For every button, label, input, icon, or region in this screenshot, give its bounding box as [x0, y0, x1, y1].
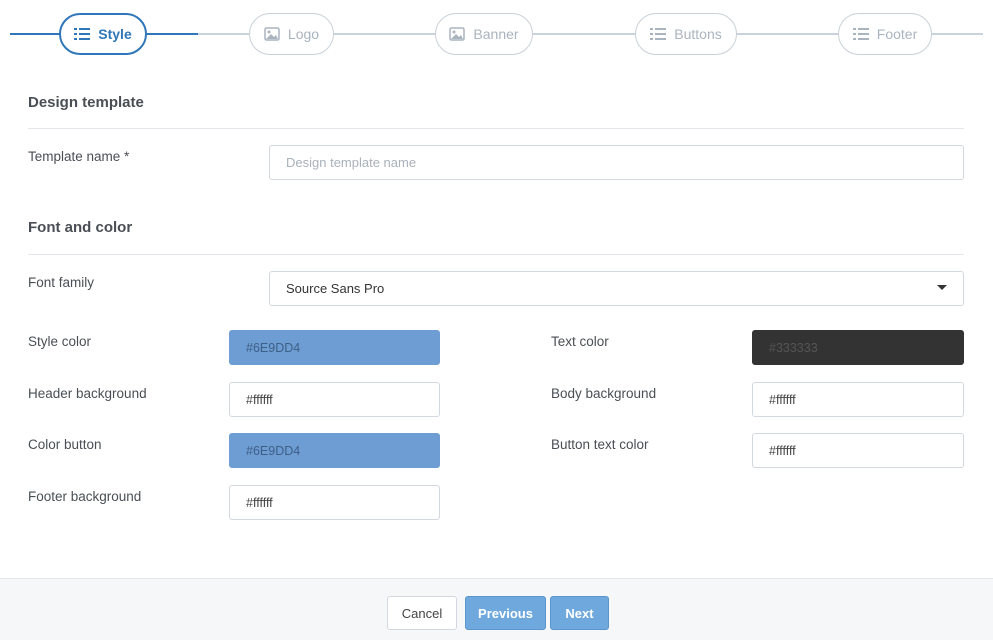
list-icon	[650, 27, 667, 41]
footer-background-label: Footer background	[28, 489, 142, 504]
footer-background-input[interactable]: #ffffff	[229, 485, 440, 520]
stepper-connector	[333, 33, 436, 35]
image-icon	[264, 27, 280, 41]
button-text-color-label: Button text color	[551, 437, 649, 452]
body-background-value: #ffffff	[769, 392, 796, 407]
style-color-input[interactable]: #6E9DD4	[229, 330, 440, 365]
step-style[interactable]: Style	[59, 13, 147, 55]
font-family-select[interactable]: Source Sans Pro	[269, 271, 964, 306]
step-label: Footer	[876, 26, 918, 42]
divider	[28, 254, 964, 255]
step-label: Logo	[287, 26, 320, 42]
style-color-label: Style color	[28, 334, 92, 349]
body-background-input[interactable]: #ffffff	[752, 382, 964, 417]
section-title-design-template: Design template	[28, 94, 144, 111]
text-color-value: #333333	[769, 340, 818, 355]
text-color-label: Text color	[551, 334, 609, 349]
step-logo[interactable]: Logo	[249, 13, 334, 55]
stepper-connector	[532, 33, 636, 35]
button-text-color-input[interactable]: #ffffff	[752, 433, 964, 468]
color-button-value: #6E9DD4	[246, 443, 301, 458]
divider	[28, 128, 964, 129]
wizard-stepper: Style Logo Banner Buttons Footer	[0, 0, 993, 66]
stepper-connector	[10, 33, 60, 35]
caret-down-icon	[937, 285, 947, 290]
template-name-input[interactable]	[286, 155, 947, 170]
body-background-label: Body background	[551, 386, 657, 401]
font-family-value: Source Sans Pro	[286, 281, 385, 296]
stepper-connector	[146, 33, 198, 35]
header-background-label: Header background	[28, 386, 147, 401]
header-background-value: #ffffff	[246, 392, 273, 407]
step-footer[interactable]: Footer	[838, 13, 932, 55]
header-background-input[interactable]: #ffffff	[229, 382, 440, 417]
style-color-value: #6E9DD4	[246, 340, 301, 355]
template-name-field[interactable]	[269, 145, 964, 180]
template-name-label: Template name *	[28, 149, 130, 164]
list-icon	[852, 27, 869, 41]
stepper-connector	[931, 33, 983, 35]
step-buttons[interactable]: Buttons	[635, 13, 737, 55]
stepper-connector	[198, 33, 250, 35]
cancel-button[interactable]: Cancel	[387, 596, 457, 630]
color-button-input[interactable]: #6E9DD4	[229, 433, 440, 468]
button-text-color-value: #ffffff	[769, 443, 796, 458]
image-icon	[449, 27, 466, 41]
step-label: Style	[98, 26, 132, 42]
wizard-footer: Cancel Previous Next	[0, 578, 993, 640]
text-color-input[interactable]: #333333	[752, 330, 964, 365]
previous-button[interactable]: Previous	[465, 596, 546, 630]
font-family-label: Font family	[28, 275, 95, 290]
next-button[interactable]: Next	[550, 596, 609, 630]
step-label: Banner	[473, 26, 519, 42]
section-title-font-and-color: Font and color	[28, 219, 133, 236]
footer-background-value: #ffffff	[246, 495, 273, 510]
step-label: Buttons	[674, 26, 722, 42]
color-button-label: Color button	[28, 437, 102, 452]
step-banner[interactable]: Banner	[435, 13, 533, 55]
stepper-connector	[736, 33, 839, 35]
list-icon	[74, 27, 91, 41]
